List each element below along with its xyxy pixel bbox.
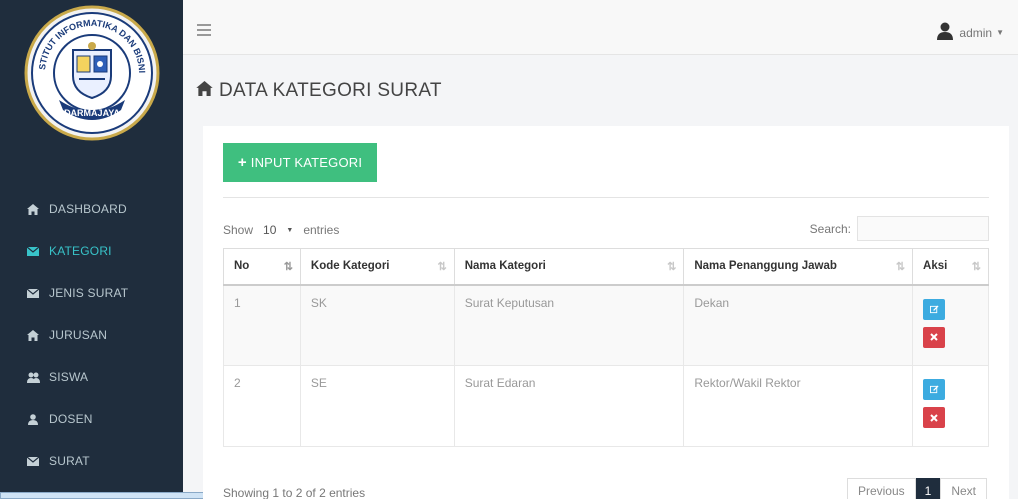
column-header-aksi[interactable]: Aksi ⇅ <box>912 248 989 286</box>
sort-icon: ⇅ <box>667 261 677 273</box>
sidebar-item-label: KATEGORI <box>49 244 112 258</box>
sidebar-nav: DASHBOARD KATEGORI JENIS SURAT JURUSAN S… <box>0 188 183 482</box>
sidebar-item-dashboard[interactable]: DASHBOARD <box>0 188 183 230</box>
sidebar-item-label: DASHBOARD <box>49 202 127 216</box>
sidebar-item-jenis-surat[interactable]: JENIS SURAT <box>0 272 183 314</box>
caret-down-icon: ▼ <box>996 28 1004 37</box>
cell-nama: Surat Edaran <box>453 365 685 447</box>
next-page-button[interactable]: Next <box>940 478 987 499</box>
page-title-text: DATA KATEGORI SURAT <box>219 80 442 101</box>
cell-no: 1 <box>223 284 301 366</box>
entries-select[interactable]: 10 ▼ <box>259 220 297 240</box>
cell-no: 2 <box>223 365 301 447</box>
sidebar-item-label: JENIS SURAT <box>49 286 129 300</box>
previous-page-button[interactable]: Previous <box>846 478 916 499</box>
sort-icon: ⇅ <box>437 261 447 273</box>
cell-penanggung-jawab: Rektor/Wakil Rektor <box>683 365 914 447</box>
table-info: Showing 1 to 2 of 2 entries <box>223 486 366 499</box>
envelope-icon <box>26 286 40 300</box>
user-avatar-icon <box>937 22 954 43</box>
page-1-button[interactable]: 1 <box>915 478 941 499</box>
column-header-penanggung-jawab[interactable]: Nama Penanggung Jawab ⇅ <box>683 248 914 286</box>
input-kategori-button[interactable]: + INPUT KATEGORI <box>223 143 377 182</box>
cell-nama: Surat Keputusan <box>453 284 685 366</box>
envelope-icon <box>26 244 40 258</box>
caret-down-icon: ▼ <box>286 226 294 234</box>
sidebar-item-jurusan[interactable]: JURUSAN <box>0 314 183 356</box>
users-icon <box>26 370 40 384</box>
cell-kode: SE <box>299 365 455 447</box>
user-name: admin <box>959 25 993 40</box>
edit-button[interactable] <box>923 379 946 400</box>
home-icon <box>26 328 40 342</box>
column-header-nama[interactable]: Nama Kategori ⇅ <box>453 248 685 286</box>
entries-label: entries <box>303 223 340 237</box>
menu-toggle-icon[interactable] <box>197 24 211 39</box>
edit-icon <box>929 385 939 394</box>
show-label: Show <box>223 223 254 237</box>
sidebar-item-label: JURUSAN <box>49 328 108 342</box>
sort-icon: ⇅ <box>895 261 906 273</box>
close-icon <box>930 333 938 341</box>
sidebar-item-label: DOSEN <box>49 412 93 426</box>
entries-length-control: Show 10 ▼ entries <box>223 220 339 240</box>
cell-kode: SK <box>299 284 455 366</box>
home-icon <box>26 202 40 216</box>
sidebar-item-label: SURAT <box>49 454 90 468</box>
pagination: Previous 1 Next <box>846 478 987 499</box>
divider <box>223 197 989 198</box>
user-icon <box>26 412 40 426</box>
home-icon <box>196 80 213 102</box>
sidebar-item-surat[interactable]: SURAT <box>0 440 183 482</box>
sort-icon: ⇅ <box>971 261 981 273</box>
kategori-table: No ⇅ Kode Kategori ⇅ Nama Kategori ⇅ Nama P… <box>223 248 989 447</box>
sidebar-item-kategori[interactable]: KATEGORI <box>0 230 183 272</box>
cell-penanggung-jawab: Dekan <box>683 284 914 366</box>
envelope-icon <box>26 454 40 468</box>
institution-logo: INSTITUT INFORMATIKA DAN BISNIS DARMAJAY… <box>20 0 161 142</box>
input-kategori-label: INPUT KATEGORI <box>250 155 363 170</box>
close-icon <box>930 413 938 422</box>
search-control: Search: <box>810 216 989 241</box>
taskbar-fragment <box>0 492 210 499</box>
sidebar-item-dosen[interactable]: DOSEN <box>0 398 183 440</box>
table-row: 1 SK Surat Keputusan Dekan <box>223 284 989 366</box>
svg-text:DARMAJAYA: DARMAJAYA <box>64 108 120 118</box>
sort-asc-icon: ⇅ <box>283 261 293 273</box>
user-menu[interactable]: admin ▼ <box>937 22 1004 43</box>
column-header-no[interactable]: No ⇅ <box>223 248 301 286</box>
search-label: Search: <box>809 221 851 236</box>
entries-select-value: 10 <box>263 223 277 237</box>
edit-icon <box>929 304 939 313</box>
table-row: 2 SE Surat Edaran Rektor/Wakil Rektor <box>223 365 989 447</box>
sidebar-item-label: SISWA <box>49 370 89 384</box>
column-header-kode[interactable]: Kode Kategori ⇅ <box>299 248 455 286</box>
sidebar: INSTITUT INFORMATIKA DAN BISNIS DARMAJAY… <box>0 0 183 499</box>
top-navbar: admin ▼ <box>183 0 1018 55</box>
search-input[interactable] <box>857 216 989 241</box>
cell-aksi <box>912 365 989 447</box>
edit-button[interactable] <box>923 298 946 320</box>
sidebar-item-siswa[interactable]: SISWA <box>0 356 183 398</box>
delete-button[interactable] <box>923 407 946 428</box>
cell-aksi <box>912 284 989 366</box>
plus-icon: + <box>237 154 247 171</box>
table-header-row: No ⇅ Kode Kategori ⇅ Nama Kategori ⇅ Nama P… <box>223 248 989 286</box>
page-title: DATA KATEGORI SURAT <box>196 80 442 102</box>
content-panel: + INPUT KATEGORI Show 10 ▼ entries Searc… <box>203 126 1009 499</box>
delete-button[interactable] <box>923 326 946 348</box>
